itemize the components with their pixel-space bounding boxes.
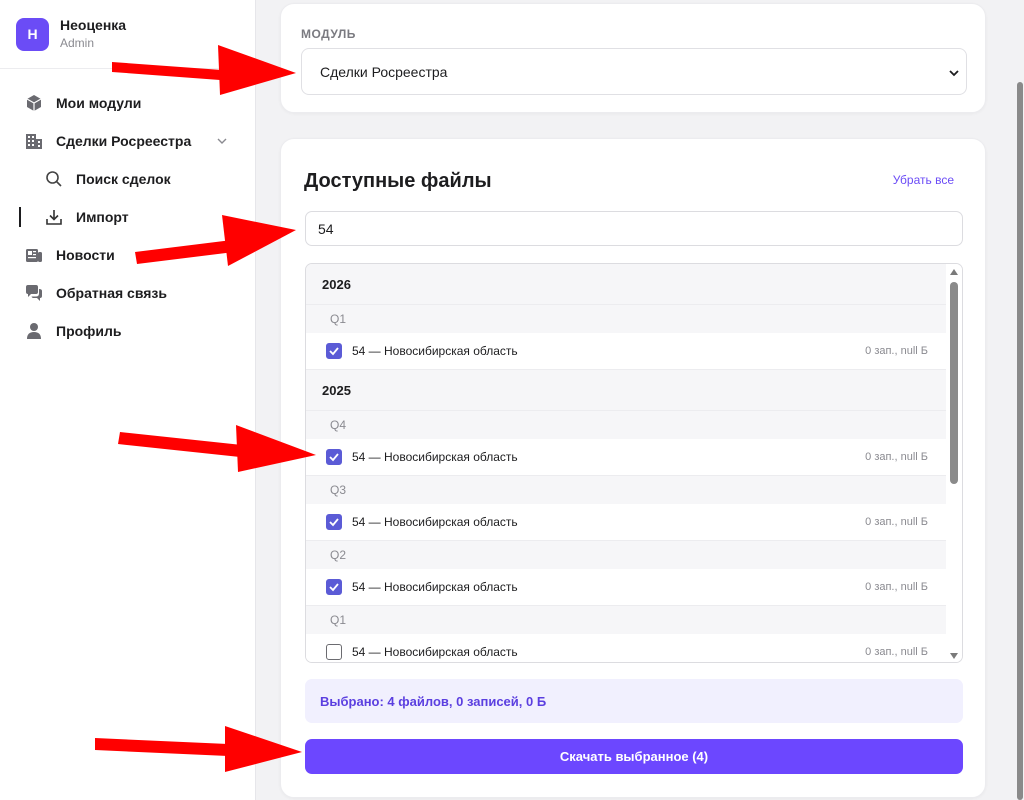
module-select[interactable]: Сделки Росреестра [301,48,967,95]
sidebar-item-search-deals[interactable]: Поиск сделок [0,160,255,198]
file-row[interactable]: 54 — Новосибирская область 0 зап., null … [306,504,948,541]
module-card: МОДУЛЬ Сделки Росреестра [280,3,986,113]
files-list-scrollbar[interactable] [946,264,962,662]
file-meta: 0 зап., null Б [865,646,928,658]
files-title: Доступные файлы [304,170,492,192]
module-select-value: Сделки Росреестра [320,63,448,80]
quarter-header: Q2 [306,541,948,569]
files-search-input[interactable] [305,211,963,246]
brand-name: Неоценка [60,17,127,33]
sidebar-item-feedback[interactable]: Обратная связь [0,274,255,312]
download-selected-button[interactable]: Скачать выбранное (4) [305,739,963,774]
file-row[interactable]: 54 — Новосибирская область 0 зап., null … [306,569,948,606]
building-icon [24,131,44,151]
file-row[interactable]: 54 — Новосибирская область 0 зап., null … [306,634,948,662]
active-indicator [19,207,21,227]
sidebar-item-label: Импорт [76,209,129,225]
file-name: 54 — Новосибирская область [352,645,518,659]
clear-all-link[interactable]: Убрать все [893,173,954,187]
chevron-down-icon[interactable] [216,134,228,152]
file-name: 54 — Новосибирская область [352,344,518,358]
chat-icon [24,283,44,303]
newspaper-icon [24,245,44,265]
user-icon [24,321,44,341]
file-checkbox[interactable] [326,644,342,660]
file-meta: 0 зап., null Б [865,451,928,463]
sidebar-item-news[interactable]: Новости [0,236,255,274]
file-meta: 0 зап., null Б [865,581,928,593]
file-meta: 0 зап., null Б [865,345,928,357]
quarter-header: Q4 [306,411,948,439]
sidebar-item-label: Профиль [56,323,122,339]
scroll-up-arrow-icon[interactable] [950,269,958,275]
page-scrollbar-thumb[interactable] [1017,82,1023,800]
file-row[interactable]: 54 — Новосибирская область 0 зап., null … [306,439,948,476]
files-list: 2026 Q1 54 — Новосибирская область 0 зап… [305,263,963,663]
file-checkbox[interactable] [326,579,342,595]
download-icon [44,207,64,227]
file-row[interactable]: 54 — Новосибирская область 0 зап., null … [306,333,948,370]
brand-role: Admin [60,36,95,50]
file-name: 54 — Новосибирская область [352,450,518,464]
chevron-down-icon [948,66,960,82]
file-name: 54 — Новосибирская область [352,580,518,594]
files-card: Доступные файлы Убрать все 2026 Q1 54 — … [280,138,986,798]
file-checkbox[interactable] [326,343,342,359]
file-name: 54 — Новосибирская область [352,515,518,529]
sidebar-item-label: Новости [56,247,115,263]
sidebar-item-rosreestr-deals[interactable]: Сделки Росреестра [0,122,255,160]
sidebar-item-label: Поиск сделок [76,171,171,187]
year-header: 2025 [306,370,948,411]
scrollbar-thumb[interactable] [950,282,958,484]
files-list-content: 2026 Q1 54 — Новосибирская область 0 зап… [306,264,948,662]
year-header: 2026 [306,264,948,305]
sidebar-nav: Мои модули Сделки Росреестра Поиск сдело… [0,69,255,350]
sidebar: Н Неоценка Admin Мои модули Сделки Росре… [0,0,256,800]
file-checkbox[interactable] [326,514,342,530]
quarter-header: Q1 [306,305,948,333]
brand-header[interactable]: Н Неоценка Admin [0,0,255,69]
page-scrollbar[interactable] [1016,82,1024,800]
sidebar-item-label: Мои модули [56,95,142,111]
quarter-header: Q3 [306,476,948,504]
sidebar-item-profile[interactable]: Профиль [0,312,255,350]
file-checkbox[interactable] [326,449,342,465]
quarter-header: Q1 [306,606,948,634]
brand-avatar: Н [16,17,49,51]
selection-summary: Выбрано: 4 файлов, 0 записей, 0 Б [305,679,963,723]
file-meta: 0 зап., null Б [865,516,928,528]
cube-icon [24,93,44,113]
sidebar-item-label: Обратная связь [56,285,167,301]
sidebar-item-label: Сделки Росреестра [56,133,192,149]
module-label: МОДУЛЬ [301,27,356,41]
scroll-down-arrow-icon[interactable] [950,653,958,659]
search-icon [44,169,64,189]
sidebar-item-import[interactable]: Импорт [0,198,255,236]
sidebar-item-my-modules[interactable]: Мои модули [0,84,255,122]
